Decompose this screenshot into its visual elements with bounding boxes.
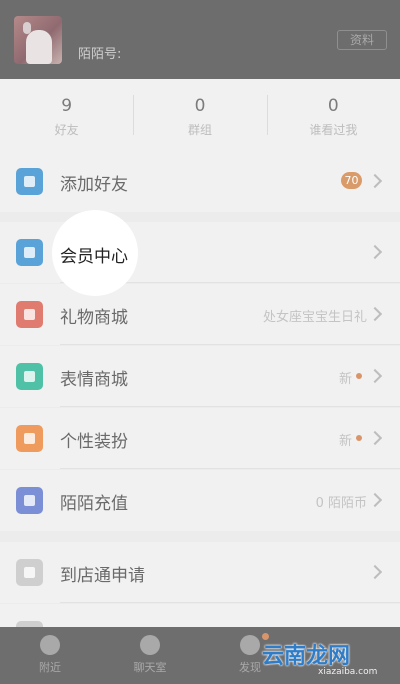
location-pin-icon	[40, 635, 60, 655]
menu-item-add-friend[interactable]: 添加好友 70	[0, 151, 400, 212]
momo-id-label: 陌陌号:	[78, 47, 122, 62]
stat-value: 0	[194, 96, 206, 116]
avatar[interactable]	[14, 16, 62, 64]
stat-value: 9	[61, 96, 73, 116]
gift-icon	[16, 301, 43, 328]
eye-icon	[240, 635, 260, 655]
menu-item-label: 到店通申请	[60, 566, 145, 586]
watermark-subtext: xiazaiba.com	[318, 667, 378, 677]
chevron-right-icon	[367, 306, 383, 322]
chevron-right-icon	[367, 173, 383, 189]
divider	[60, 468, 400, 469]
menu-item-store-apply[interactable]: 到店通申请	[0, 542, 400, 603]
person-icon	[16, 168, 43, 195]
stat-friends[interactable]: 9 好友	[0, 79, 133, 151]
chevron-right-icon	[367, 368, 383, 384]
magic-wand-icon	[16, 425, 43, 452]
stat-label: 好友	[54, 123, 79, 137]
watermark-text: 云南龙网	[262, 644, 351, 669]
divider	[60, 406, 400, 407]
stat-groups[interactable]: 0 群组	[133, 79, 266, 151]
stat-viewers[interactable]: 0 谁看过我	[266, 79, 400, 151]
divider	[60, 602, 400, 603]
store-icon	[16, 559, 43, 586]
count-badge: 70	[341, 172, 362, 189]
menu-item-label: 礼物商城	[60, 308, 128, 328]
divider	[60, 344, 400, 345]
menu-item-gift-mall[interactable]: 礼物商城 处女座宝宝生日礼	[0, 284, 400, 345]
profile-header[interactable]: 陌陌号: 资料	[0, 0, 400, 79]
stat-label: 谁看过我	[309, 123, 358, 137]
menu-item-label: 表情商城	[60, 370, 128, 390]
new-label: 新	[338, 434, 352, 449]
new-dot	[356, 435, 362, 441]
menu-item-label: 陌陌充值	[60, 494, 128, 514]
chevron-right-icon	[367, 244, 383, 260]
avatar-figure-shape	[26, 30, 52, 64]
tab-label: 附近	[39, 661, 61, 674]
new-label: 新	[338, 372, 352, 387]
chevron-right-icon	[367, 430, 383, 446]
chevron-right-icon	[367, 564, 383, 580]
menu-item-subtitle: 0 陌陌币	[315, 496, 367, 511]
crown-icon	[16, 239, 43, 266]
sunglasses-face-icon	[16, 363, 43, 390]
menu-item-label: 个性装扮	[60, 432, 128, 452]
coin-icon	[16, 487, 43, 514]
tab-label: 聊天室	[133, 661, 167, 674]
profile-edit-button[interactable]: 资料	[337, 30, 387, 50]
stats-bar: 9 好友 0 群组 0 谁看过我	[0, 79, 400, 151]
chat-room-icon	[140, 635, 160, 655]
chevron-right-icon	[367, 492, 383, 508]
menu-item-recharge[interactable]: 陌陌充值 0 陌陌币	[0, 470, 400, 531]
tab-chat-room[interactable]: 聊天室	[100, 627, 200, 684]
new-dot	[356, 373, 362, 379]
menu-item-subtitle: 处女座宝宝生日礼	[262, 310, 367, 325]
stat-label: 群组	[187, 123, 212, 137]
vip-center-label[interactable]: 会员中心	[60, 242, 128, 267]
stat-value: 0	[327, 96, 339, 116]
menu-item-personal-dress[interactable]: 个性装扮 新	[0, 408, 400, 469]
menu-item-sticker-mall[interactable]: 表情商城 新	[0, 346, 400, 407]
tab-nearby[interactable]: 附近	[0, 627, 100, 684]
menu-item-label: 添加好友	[60, 175, 128, 195]
